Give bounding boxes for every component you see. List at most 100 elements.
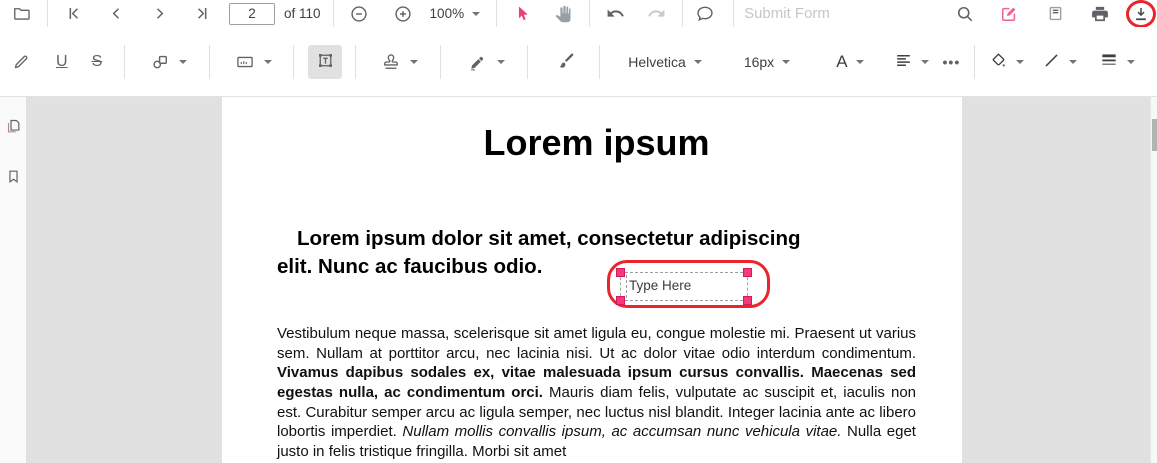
body-text-normal: Vestibulum neque massa, scelerisque sit …	[277, 325, 916, 362]
font-color-icon: A	[836, 51, 848, 71]
folder-icon	[12, 4, 31, 23]
chevron-down-icon	[472, 11, 481, 16]
download-button[interactable]	[1130, 3, 1152, 25]
chevron-down-icon	[693, 59, 702, 64]
content-area: Lorem ipsum Lorem ipsum dolor sit amet, …	[0, 97, 1157, 463]
pages-panel-button[interactable]	[8, 1, 34, 27]
divider	[599, 44, 601, 79]
form-edit-button[interactable]	[996, 1, 1022, 27]
chevron-down-icon	[1127, 59, 1136, 64]
resize-handle-top-right[interactable]	[743, 268, 752, 277]
align-dropdown[interactable]	[894, 51, 929, 73]
type-here-field[interactable]: Type Here	[616, 268, 752, 305]
download-icon	[1132, 5, 1150, 23]
left-sidebar	[0, 97, 27, 463]
search-icon	[955, 4, 975, 24]
pencil-icon	[12, 52, 31, 71]
printer-icon	[1090, 4, 1110, 24]
main-toolbar: of 110 100% Submit Form	[0, 0, 1157, 28]
divider	[209, 44, 211, 79]
next-page-button[interactable]	[146, 1, 172, 27]
bookmark-icon	[5, 168, 22, 185]
document-title: Lorem ipsum	[483, 122, 710, 163]
pan-tool-button[interactable]	[550, 1, 576, 27]
first-page-icon	[64, 4, 83, 23]
divider	[682, 0, 684, 27]
notes-button[interactable]	[1042, 1, 1068, 27]
divider	[332, 0, 334, 27]
comment-tool-button[interactable]	[692, 1, 718, 27]
shapes-dropdown[interactable]	[149, 49, 188, 75]
chevron-down-icon	[855, 59, 864, 64]
font-color-dropdown[interactable]: A	[836, 51, 864, 72]
select-tool-button[interactable]	[509, 1, 535, 27]
form-edit-icon	[999, 4, 1019, 24]
select-cursor-icon	[513, 4, 532, 23]
fill-color-dropdown[interactable]	[989, 51, 1025, 73]
signature-dropdown[interactable]	[467, 49, 506, 75]
hand-icon	[554, 5, 572, 23]
chevron-right-icon	[150, 4, 169, 23]
fill-color-icon	[989, 51, 1008, 73]
line-tool-dropdown[interactable]	[1042, 51, 1078, 73]
heading-line-1: Lorem ipsum dolor sit amet, consectetur …	[297, 227, 801, 250]
resize-handle-bottom-left[interactable]	[616, 296, 625, 305]
textbox-tool-button[interactable]	[308, 44, 343, 79]
scrollbar[interactable]	[1150, 97, 1157, 463]
underline-button[interactable]: U	[56, 53, 68, 71]
chevron-down-icon	[264, 59, 273, 64]
resize-handle-bottom-right[interactable]	[743, 296, 752, 305]
body-paragraph: Vestibulum neque massa, scelerisque sit …	[277, 324, 916, 462]
print-button[interactable]	[1087, 1, 1113, 27]
image-icon	[234, 49, 256, 75]
undo-button[interactable]	[602, 1, 628, 27]
font-family-dropdown[interactable]: Helvetica	[628, 54, 702, 70]
divider	[974, 44, 976, 79]
more-options-button[interactable]: •••	[943, 54, 961, 70]
document-heading: Lorem ipsum dolor sit amet, consectetur …	[277, 225, 916, 280]
zoom-in-button[interactable]	[390, 1, 416, 27]
last-page-button[interactable]	[189, 1, 215, 27]
brush-icon	[556, 52, 576, 72]
redo-icon	[647, 4, 666, 23]
chevron-down-icon	[1069, 59, 1078, 64]
chevron-down-icon	[920, 59, 929, 64]
strikethrough-button[interactable]: S	[92, 53, 103, 71]
chevron-down-icon	[1016, 59, 1025, 64]
image-dropdown[interactable]	[234, 49, 273, 75]
divider	[440, 44, 442, 79]
first-page-button[interactable]	[60, 1, 86, 27]
annotation-circle-download	[1126, 0, 1156, 28]
align-left-icon	[894, 51, 913, 73]
divider	[293, 44, 295, 79]
page-number-input[interactable]	[229, 2, 275, 25]
previous-page-button[interactable]	[103, 1, 129, 27]
line-weight-icon	[1099, 50, 1119, 73]
resize-handle-top-left[interactable]	[616, 268, 625, 277]
line-icon	[1042, 51, 1061, 73]
divider	[355, 44, 357, 79]
font-size-dropdown[interactable]: 16px	[744, 54, 791, 70]
type-here-label: Type Here	[629, 278, 692, 293]
bookmarks-panel-button[interactable]	[2, 165, 24, 187]
zoom-level-dropdown[interactable]: 100%	[430, 6, 481, 21]
brush-tool-button[interactable]	[553, 49, 579, 75]
stamp-icon	[380, 49, 402, 75]
thumbnails-panel-button[interactable]	[2, 115, 24, 137]
line-weight-dropdown[interactable]	[1099, 50, 1136, 73]
redo-button[interactable]	[643, 1, 669, 27]
divider	[496, 0, 498, 27]
submit-form-button[interactable]: Submit Form	[744, 5, 830, 22]
signature-pen-icon	[467, 49, 489, 75]
text-cursor	[626, 275, 627, 298]
search-button[interactable]	[952, 1, 978, 27]
zoom-out-button[interactable]	[346, 1, 372, 27]
chevron-down-icon	[179, 59, 188, 64]
draw-tool-button[interactable]	[8, 49, 34, 75]
stamp-dropdown[interactable]	[380, 49, 419, 75]
pdf-editor-window: of 110 100% Submit Form	[0, 0, 1157, 463]
zoom-out-icon	[349, 4, 369, 24]
document-canvas[interactable]: Lorem ipsum Lorem ipsum dolor sit amet, …	[27, 97, 1157, 463]
scrollbar-thumb[interactable]	[1152, 119, 1157, 151]
pages-icon	[5, 118, 22, 135]
